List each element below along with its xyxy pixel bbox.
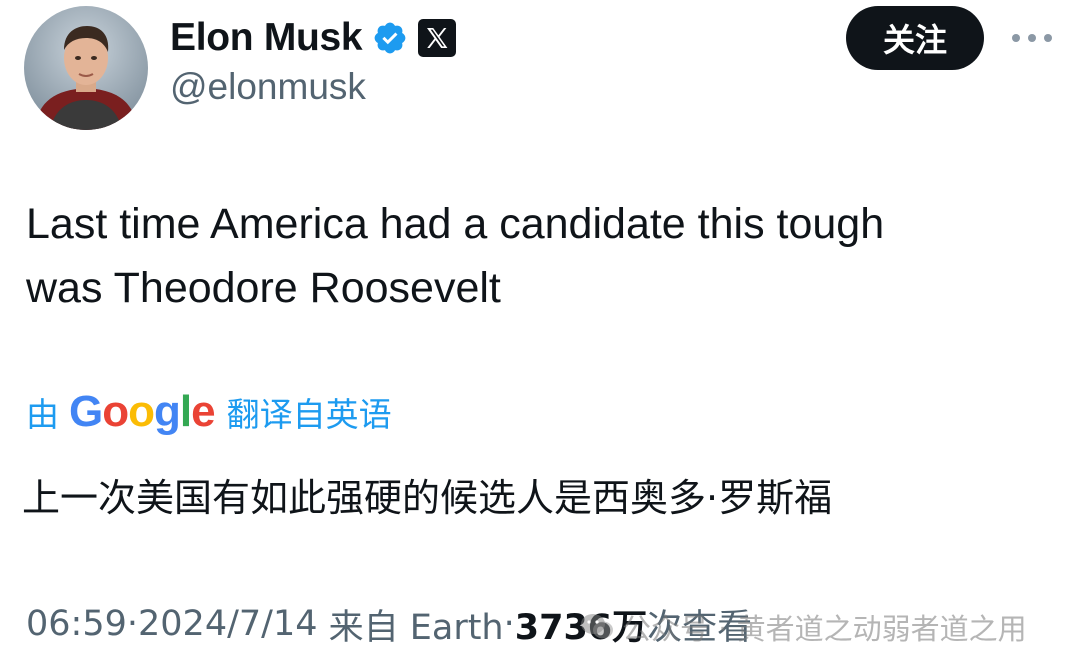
tweet-text-line: Last time America had a candidate this t… [26,200,885,248]
profile-photo [24,6,148,130]
follow-button[interactable]: 关注 [846,6,984,70]
translation-prefix: 由 [26,395,59,434]
google-logo-letter: l [179,387,192,436]
author-name-row: Elon Musk [170,14,457,62]
google-logo-letter: g [154,387,181,436]
google-logo-letter: o [128,387,155,436]
author-display-name[interactable]: Elon Musk [170,16,363,60]
watermark: 公众号 · 黄者道之动弱者道之用 [580,606,1027,648]
meta-separator: · [126,604,139,644]
wechat-icon [580,613,614,641]
x-logo-icon[interactable] [418,19,457,57]
translation-attribution[interactable]: 由 Google 翻译自英语 [26,384,392,440]
watermark-text: 公众号 · 黄者道之动弱者道之用 [622,612,1027,646]
verified-badge-icon[interactable] [372,20,408,56]
avatar[interactable] [24,6,148,130]
meta-separator: · [503,604,515,644]
tweet-source: 来自 Earth [328,607,504,648]
tweet-text: Last time America had a candidate this t… [26,192,1036,320]
translated-text: 上一次美国有如此强硬的候选人是西奥多·罗斯福 [22,476,833,520]
translation-suffix: 翻译自英语 [226,395,392,434]
tweet-text-line: was Theodore Roosevelt [26,264,501,312]
more-dots-icon[interactable] [1008,30,1056,46]
google-logo-letter: o [102,387,129,436]
google-logo: Google [69,387,216,437]
tweet-time[interactable]: 06:59 [26,604,127,644]
author-handle[interactable]: @elonmusk [170,66,366,108]
tweet-date[interactable]: 2024/7/14 [138,604,317,644]
google-logo-letter: G [69,387,103,436]
google-logo-letter: e [191,387,216,436]
